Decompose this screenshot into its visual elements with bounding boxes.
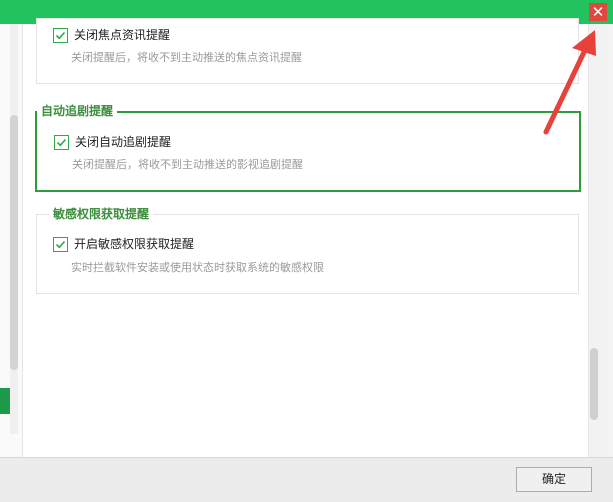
sensitive-permission-checkbox-row[interactable]: 开启敏感权限获取提醒 (53, 236, 194, 252)
auto-drama-checkbox-label: 关闭自动追剧提醒 (75, 135, 172, 149)
focus-news-checkbox-label: 关闭焦点资讯提醒 (74, 28, 171, 42)
right-scrollbar-thumb[interactable] (590, 348, 598, 420)
auto-drama-group: 关闭自动追剧提醒 关闭提醒后，将收不到主动推送的影视追剧提醒 (35, 111, 581, 192)
settings-content: 关闭焦点资讯提醒 关闭提醒后，将收不到主动推送的焦点资讯提醒 关闭自动追剧提醒 … (23, 18, 588, 457)
sensitive-permission-group-title: 敏感权限获取提醒 (49, 207, 154, 221)
focus-news-group: 关闭焦点资讯提醒 关闭提醒后，将收不到主动推送的焦点资讯提醒 (36, 18, 579, 84)
checkmark-icon (56, 138, 67, 146)
focus-news-checkbox-row[interactable]: 关闭焦点资讯提醒 (53, 27, 170, 43)
ok-button[interactable]: 确定 (516, 467, 592, 492)
focus-news-description: 关闭提醒后，将收不到主动推送的焦点资讯提醒 (71, 51, 302, 64)
sensitive-permission-group: 开启敏感权限获取提醒 实时拦截软件安装或使用状态时获取系统的敏感权限 (36, 214, 579, 294)
auto-drama-group-title: 自动追剧提醒 (37, 104, 118, 118)
annotation-arrow-icon (543, 30, 596, 135)
auto-drama-checkbox-row[interactable]: 关闭自动追剧提醒 (54, 134, 171, 150)
checkmark-icon (55, 240, 66, 248)
sensitive-permission-checkbox[interactable] (53, 236, 68, 252)
close-icon: ✕ (591, 3, 605, 21)
selected-nav-indicator[interactable] (0, 388, 10, 414)
auto-drama-checkbox[interactable] (54, 134, 69, 150)
focus-news-checkbox[interactable] (53, 27, 68, 43)
close-button[interactable]: ✕ (589, 3, 607, 21)
left-scrollbar-thumb[interactable] (10, 115, 18, 370)
sensitive-permission-description: 实时拦截软件安装或使用状态时获取系统的敏感权限 (71, 261, 324, 274)
sensitive-permission-checkbox-label: 开启敏感权限获取提醒 (74, 237, 195, 251)
checkmark-icon (55, 31, 66, 39)
auto-drama-description: 关闭提醒后，将收不到主动推送的影视追剧提醒 (72, 158, 303, 171)
